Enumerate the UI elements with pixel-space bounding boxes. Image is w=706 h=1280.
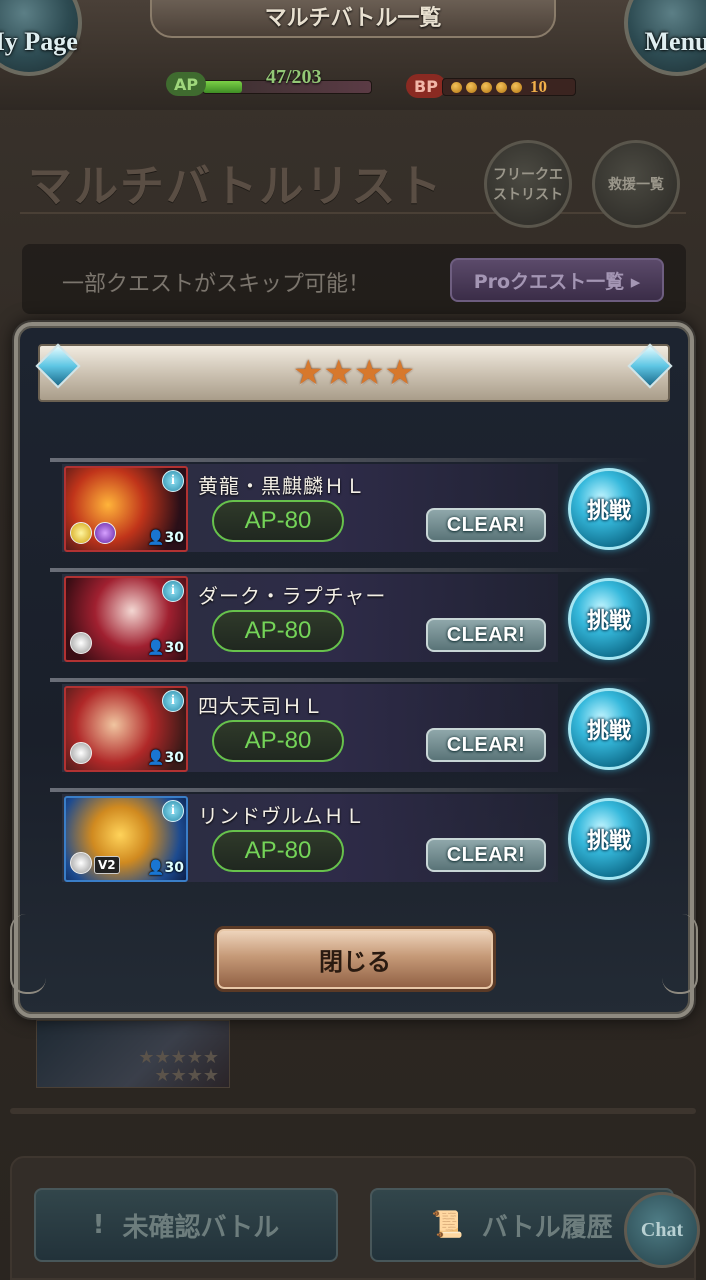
ap-value: 47/203: [266, 66, 322, 88]
close-button[interactable]: 閉じる: [214, 926, 496, 992]
background-quest-thumbnail: ★★★★★ ★★★★: [36, 1020, 230, 1088]
scroll-icon: 📜: [431, 1210, 464, 1240]
bp-dot: [511, 81, 522, 93]
free-quest-list-button[interactable]: フリークエストリスト: [484, 140, 572, 228]
quest-name: リンドヴルムＨＬ: [198, 804, 366, 828]
player-count: 👤30: [147, 860, 184, 876]
skip-text: 一部クエストがスキップ可能！: [62, 272, 371, 297]
quest-row[interactable]: i 👤30 黄龍・黒麒麟ＨＬ AP-80 CLEAR! 挑戦: [50, 458, 674, 568]
pro-quest-list-button[interactable]: Proクエスト一覧 ▸: [450, 258, 664, 302]
ap-cost-badge: AP-80: [212, 610, 344, 652]
top-bar: My Page マルチバトル一覧 Menu AP 47/203 BP 10: [0, 0, 706, 110]
version-badge: V2: [94, 856, 120, 874]
quest-thumbnail[interactable]: i 👤30: [64, 686, 188, 772]
divider: [20, 212, 686, 214]
section-title: マルチバトルリスト: [28, 161, 444, 212]
player-count: 👤30: [147, 750, 184, 766]
bottom-bar: ! 未確認バトル 📜 バトル履歴 Chat: [10, 1156, 700, 1280]
challenge-button[interactable]: 挑戦: [568, 468, 650, 550]
info-icon[interactable]: i: [162, 690, 184, 712]
quest-thumbnail[interactable]: i V2 👤30: [64, 796, 188, 882]
quest-thumbnail[interactable]: i 👤30: [64, 576, 188, 662]
dark-element-icon: [94, 522, 116, 544]
clear-badge: CLEAR!: [426, 618, 546, 652]
frame-ornament: [662, 914, 698, 994]
bp-dot: [451, 81, 462, 93]
modal-header: ★★★★: [38, 344, 670, 402]
quest-name: ダーク・ラプチャー: [198, 584, 387, 608]
clear-badge: CLEAR!: [426, 838, 546, 872]
player-count: 👤30: [147, 640, 184, 656]
bp-track: 10: [442, 77, 576, 96]
unconfirmed-battles-button[interactable]: ! 未確認バトル: [34, 1188, 338, 1262]
difficulty-stars: ★★★★: [293, 353, 415, 393]
bp-value: 10: [530, 77, 547, 96]
bp-dot: [481, 81, 492, 93]
quest-name: 黄龍・黒麒麟ＨＬ: [198, 474, 366, 498]
ap-gauge: AP 47/203: [166, 66, 376, 100]
free-quest-label: フリークエストリスト: [493, 167, 563, 203]
info-icon[interactable]: i: [162, 580, 184, 602]
frame-ornament: [10, 914, 46, 994]
divider: [10, 1108, 696, 1114]
light-element-icon: [70, 522, 92, 544]
skip-banner: 一部クエストがスキップ可能！ Proクエスト一覧 ▸: [22, 244, 686, 314]
any-element-icon: [70, 742, 92, 764]
info-icon[interactable]: i: [162, 800, 184, 822]
unconfirmed-label: 未確認バトル: [122, 1212, 280, 1243]
bp-dot: [496, 81, 507, 93]
ap-cost-badge: AP-80: [212, 830, 344, 872]
challenge-button[interactable]: 挑戦: [568, 798, 650, 880]
quest-name: 四大天司ＨＬ: [198, 694, 324, 718]
menu-button[interactable]: Menu: [624, 0, 706, 76]
clear-badge: CLEAR!: [426, 728, 546, 762]
challenge-button[interactable]: 挑戦: [568, 578, 650, 660]
mypage-button[interactable]: My Page: [0, 0, 82, 76]
chat-button[interactable]: Chat: [624, 1192, 700, 1268]
exclamation-icon: !: [92, 1210, 105, 1240]
mypage-label: My Page: [0, 27, 78, 56]
info-icon[interactable]: i: [162, 470, 184, 492]
quest-row[interactable]: i 👤30 四大天司ＨＬ AP-80 CLEAR! 挑戦: [50, 678, 674, 788]
quest-thumbnail[interactable]: i 👤30: [64, 466, 188, 552]
menu-label: Menu: [644, 27, 706, 56]
ap-cost-badge: AP-80: [212, 720, 344, 762]
ap-tag: AP: [166, 72, 206, 96]
thumb-stars: ★★★★★ ★★★★: [138, 1047, 219, 1086]
challenge-button[interactable]: 挑戦: [568, 688, 650, 770]
support-label: 救援一覧: [608, 177, 664, 193]
quest-row[interactable]: i V2 👤30 リンドヴルムＨＬ AP-80 CLEAR! 挑戦: [50, 788, 674, 898]
player-count: 👤30: [147, 530, 184, 546]
clear-badge: CLEAR!: [426, 508, 546, 542]
history-label: バトル履歴: [481, 1212, 613, 1243]
bp-tag: BP: [406, 74, 446, 98]
support-list-button[interactable]: 救援一覧: [592, 140, 680, 228]
quest-row[interactable]: i 👤30 ダーク・ラプチャー AP-80 CLEAR! 挑戦: [50, 568, 674, 678]
bp-dot: [466, 81, 477, 93]
quest-list: i 👤30 黄龍・黒麒麟ＨＬ AP-80 CLEAR! 挑戦 i 👤30 ダーク…: [50, 458, 674, 898]
ap-cost-badge: AP-80: [212, 500, 344, 542]
page-title: マルチバトル一覧: [150, 0, 556, 38]
multi-battle-modal: ★★★★ i 👤30 黄龍・黒麒麟ＨＬ AP-80 CLEAR! 挑戦 i 👤3…: [10, 322, 698, 1018]
any-element-icon: [70, 852, 92, 874]
any-element-icon: [70, 632, 92, 654]
ap-fill: [203, 81, 242, 93]
bp-gauge: BP 10: [406, 72, 578, 100]
